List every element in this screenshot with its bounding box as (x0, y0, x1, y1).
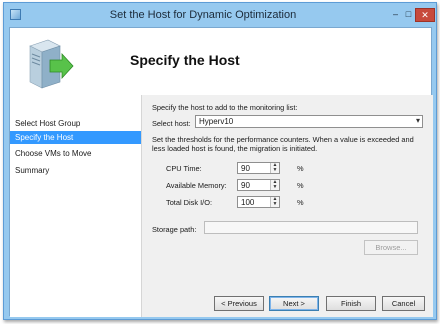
cpu-time-stepper[interactable]: 90 ▲ ▼ (237, 162, 280, 174)
thresholds-text-line-1: Set the thresholds for the performance c… (152, 135, 414, 144)
select-host-dropdown[interactable]: Hyperv10 ▾ (195, 115, 423, 128)
close-button[interactable]: ✕ (415, 8, 435, 22)
dialog-client-area: Specify the Host Select Host Group Speci… (9, 27, 433, 317)
available-memory-spin-arrows[interactable]: ▲ ▼ (270, 180, 279, 190)
select-host-label: Select host: (152, 119, 191, 128)
available-memory-stepper[interactable]: 90 ▲ ▼ (237, 179, 280, 191)
finish-button[interactable]: Finish (326, 296, 376, 311)
chevron-down-icon: ▾ (415, 116, 420, 125)
available-memory-label: Available Memory: (166, 181, 227, 190)
step-choose-vms-to-move[interactable]: Choose VMs to Move (10, 147, 141, 160)
total-disk-io-spin-arrows[interactable]: ▲ ▼ (270, 197, 279, 207)
step-specify-the-host[interactable]: Specify the Host (10, 131, 141, 144)
maximize-button[interactable]: □ (402, 8, 415, 22)
window-title: Set the Host for Dynamic Optimization (109, 9, 297, 21)
server-arrow-icon (29, 39, 74, 89)
storage-path-label: Storage path: (152, 225, 197, 234)
step-content-panel: Specify the host to add to the monitorin… (141, 95, 433, 317)
next-button[interactable]: Next > (269, 296, 319, 311)
available-memory-unit: % (297, 181, 304, 190)
browse-button[interactable]: Browse... (364, 240, 418, 255)
thresholds-text-line-2: less loaded host is found, the migration… (152, 144, 318, 153)
previous-button[interactable]: < Previous (214, 296, 264, 311)
step-select-host-group[interactable]: Select Host Group (10, 117, 141, 130)
cpu-time-value: 90 (241, 164, 250, 173)
cpu-time-spin-arrows[interactable]: ▲ ▼ (270, 163, 279, 173)
dialog-window: Set the Host for Dynamic Optimization – … (3, 2, 437, 320)
cancel-button[interactable]: Cancel (382, 296, 425, 311)
cpu-time-label: CPU Time: (166, 164, 202, 173)
page-title: Specify the Host (130, 52, 240, 68)
instruction-text: Specify the host to add to the monitorin… (152, 103, 298, 112)
storage-path-field[interactable] (204, 221, 418, 234)
select-host-value: Hyperv10 (199, 117, 234, 126)
total-disk-io-unit: % (297, 198, 304, 207)
available-memory-value: 90 (241, 181, 250, 190)
wizard-banner: Specify the Host (10, 28, 431, 95)
title-bar[interactable]: Set the Host for Dynamic Optimization – … (4, 3, 436, 27)
total-disk-io-label: Total Disk I/O: (166, 198, 212, 207)
wizard-steps-sidebar: Select Host Group Specify the Host Choos… (10, 95, 141, 317)
app-icon (10, 9, 21, 20)
cpu-time-unit: % (297, 164, 304, 173)
minimize-button[interactable]: – (389, 8, 402, 22)
total-disk-io-stepper[interactable]: 100 ▲ ▼ (237, 196, 280, 208)
total-disk-io-value: 100 (241, 198, 255, 207)
step-summary[interactable]: Summary (10, 164, 141, 177)
